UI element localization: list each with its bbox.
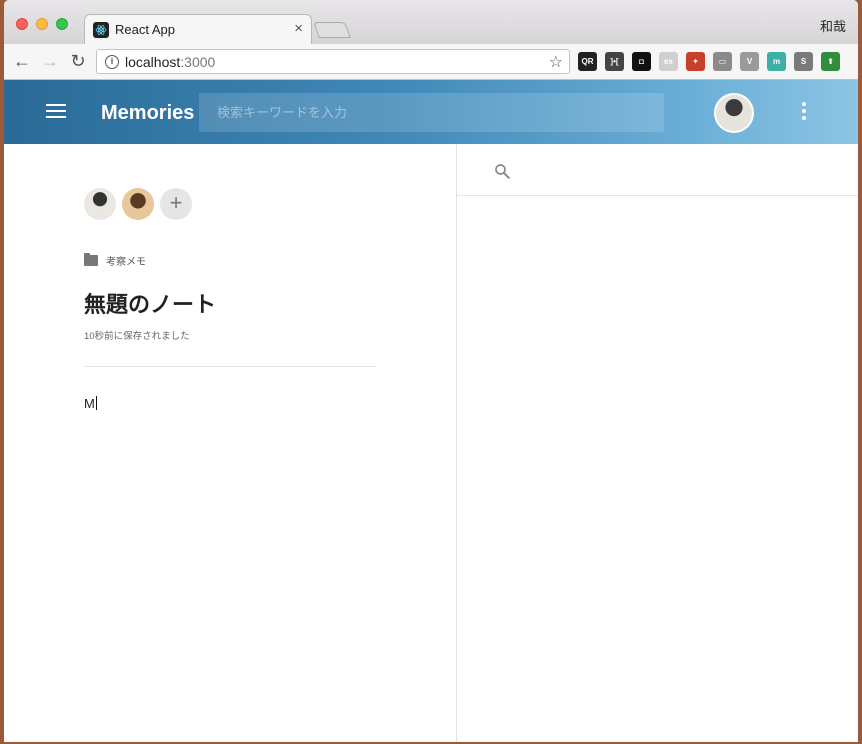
app-title: Memories bbox=[101, 102, 195, 124]
collaborator-list: + bbox=[84, 188, 192, 220]
new-tab-button[interactable] bbox=[313, 22, 351, 38]
square-extension-icon[interactable]: ◘ bbox=[632, 52, 651, 71]
note-editor: + 考察メモ 無題のノート 10秒前に保存されました M bbox=[4, 144, 456, 742]
react-icon bbox=[93, 22, 109, 38]
search-input[interactable] bbox=[199, 93, 664, 132]
folder-breadcrumb[interactable]: 考察メモ bbox=[84, 253, 146, 268]
tab-title: React App bbox=[115, 22, 175, 37]
s-extension-icon[interactable]: S bbox=[794, 52, 813, 71]
title-bar: React App × 和哉 bbox=[4, 0, 858, 44]
text-caret bbox=[95, 396, 97, 410]
note-title[interactable]: 無題のノート bbox=[84, 287, 216, 319]
url-text[interactable]: localhost:3000 bbox=[125, 54, 215, 70]
more-vert-icon[interactable] bbox=[802, 102, 806, 123]
extension-toolbar: QR ]•[ ◘ ex ✦ ▭ Vm S ⬆ bbox=[578, 52, 840, 72]
maximize-window-button[interactable] bbox=[56, 18, 68, 30]
browser-tab[interactable]: React App × bbox=[84, 14, 312, 44]
app-header: Memories bbox=[4, 80, 858, 144]
folder-icon bbox=[84, 253, 98, 266]
reload-icon[interactable]: ↻ bbox=[68, 51, 88, 72]
collaborator-avatar[interactable] bbox=[84, 188, 116, 220]
ex-extension-icon[interactable]: ex bbox=[659, 52, 678, 71]
m-extension-icon[interactable]: m bbox=[767, 52, 786, 71]
note-body-editor[interactable]: M bbox=[84, 396, 97, 411]
note-list-pane bbox=[457, 144, 858, 742]
red-extension-icon[interactable]: ✦ bbox=[686, 52, 705, 71]
back-arrow-icon[interactable]: ← bbox=[12, 51, 32, 72]
vue-extension-icon[interactable]: V bbox=[740, 52, 759, 71]
qr-url-extension-icon[interactable]: QR bbox=[578, 52, 597, 71]
user-avatar[interactable] bbox=[714, 93, 754, 133]
browser-window: React App × 和哉 ← → ↻ i localhost:3000 ☆ … bbox=[4, 0, 858, 742]
folder-label: 考察メモ bbox=[106, 257, 146, 268]
url-port: :3000 bbox=[180, 54, 216, 70]
note-body-text: M bbox=[84, 396, 95, 411]
profile-name[interactable]: 和哉 bbox=[820, 16, 846, 35]
address-bar[interactable]: i localhost:3000 ☆ bbox=[96, 49, 570, 74]
url-host: localhost bbox=[125, 54, 181, 70]
add-collaborator-button[interactable]: + bbox=[160, 188, 192, 220]
browser-toolbar: ← → ↻ i localhost:3000 ☆ QR ]•[ ◘ ex ✦ ▭ Vm S ⬆ bbox=[4, 44, 858, 80]
search-icon[interactable] bbox=[493, 162, 511, 180]
tab-close-icon[interactable]: × bbox=[294, 20, 303, 37]
chat-extension-icon[interactable]: ▭ bbox=[713, 52, 732, 71]
hamburger-menu-icon[interactable] bbox=[46, 104, 66, 118]
info-icon[interactable]: i bbox=[105, 55, 119, 69]
title-divider bbox=[84, 366, 376, 367]
bookmark-star-icon[interactable]: ☆ bbox=[549, 52, 563, 72]
close-window-button[interactable] bbox=[16, 18, 28, 30]
bracket-extension-icon[interactable]: ]•[ bbox=[605, 52, 624, 71]
forward-arrow-icon[interactable]: → bbox=[40, 51, 60, 72]
collaborator-avatar[interactable] bbox=[122, 188, 154, 220]
upload-extension-icon[interactable]: ⬆ bbox=[821, 52, 840, 71]
list-divider bbox=[457, 195, 858, 196]
minimize-window-button[interactable] bbox=[36, 18, 48, 30]
saved-status: 10秒前に保存されました bbox=[84, 331, 190, 342]
